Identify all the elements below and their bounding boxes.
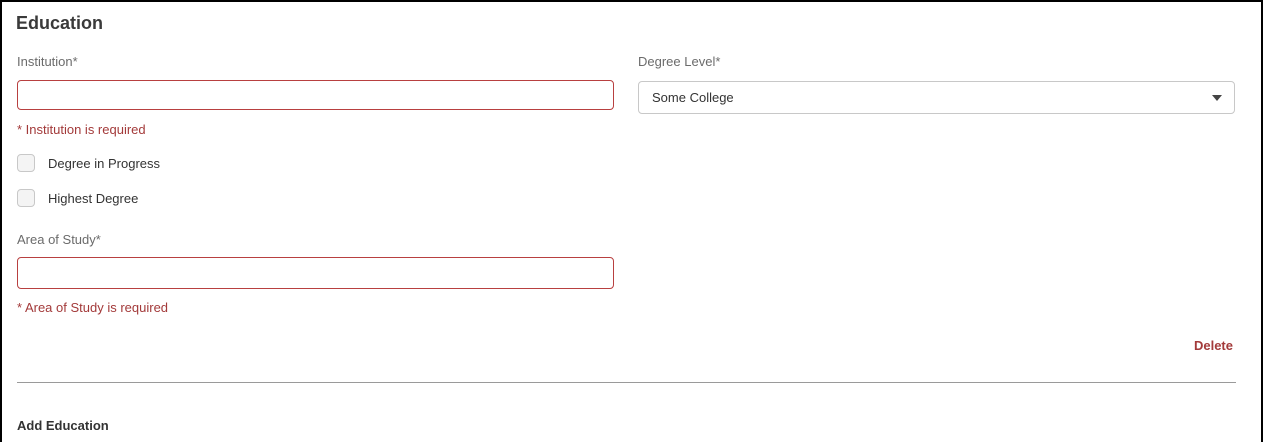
highest-degree-label: Highest Degree xyxy=(48,191,139,206)
section-title: Education xyxy=(16,13,104,33)
education-section: Education Institution* * Institution is … xyxy=(0,0,1263,442)
highest-degree-checkbox[interactable] xyxy=(17,189,35,207)
add-education-button[interactable]: Add Education xyxy=(17,418,109,433)
degree-in-progress-label: Degree in Progress xyxy=(48,156,160,171)
institution-label: Institution* xyxy=(17,54,78,69)
caret-down-icon xyxy=(1212,95,1222,101)
degree-in-progress-checkbox[interactable] xyxy=(17,154,35,172)
area-of-study-label: Area of Study* xyxy=(17,232,101,247)
institution-error: * Institution is required xyxy=(17,122,146,137)
section-divider xyxy=(17,382,1236,383)
area-of-study-input[interactable] xyxy=(17,257,614,289)
institution-input[interactable] xyxy=(17,80,614,110)
degree-level-select[interactable]: Some College xyxy=(638,81,1235,114)
degree-level-value: Some College xyxy=(652,90,734,105)
area-of-study-error: * Area of Study is required xyxy=(17,300,169,315)
delete-button[interactable]: Delete xyxy=(1194,338,1233,353)
degree-level-label: Degree Level* xyxy=(638,54,721,69)
